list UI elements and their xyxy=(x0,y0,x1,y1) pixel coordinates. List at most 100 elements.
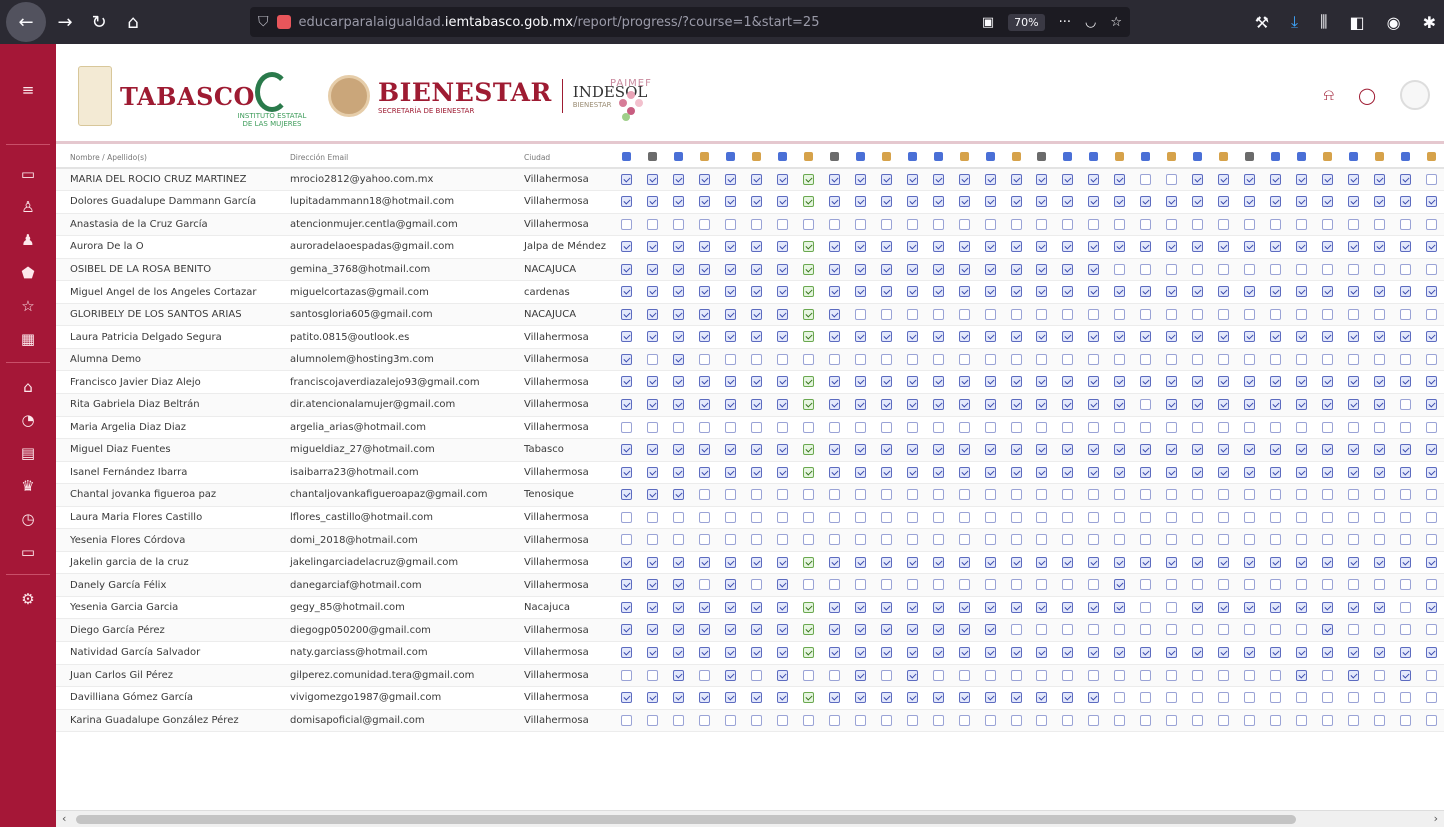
completed-checkbox-icon[interactable] xyxy=(751,376,763,388)
completed-checkbox-icon[interactable] xyxy=(725,308,737,320)
incomplete-checkbox-icon[interactable] xyxy=(1321,421,1333,433)
completed-checkbox-icon[interactable] xyxy=(1010,196,1022,208)
completed-checkbox-icon[interactable] xyxy=(1062,556,1074,568)
completed-checkbox-icon[interactable] xyxy=(1192,173,1204,185)
completed-checkbox-icon[interactable] xyxy=(1192,376,1204,388)
completed-checkbox-icon[interactable] xyxy=(828,263,840,275)
calendar-icon[interactable]: ▦ xyxy=(18,329,38,349)
completed-checkbox-icon[interactable] xyxy=(958,556,970,568)
completed-checkbox-icon[interactable] xyxy=(673,241,685,253)
completed-checkbox-icon[interactable] xyxy=(1088,286,1100,298)
completed-checkbox-icon[interactable] xyxy=(1140,444,1152,456)
completed-checkbox-icon[interactable] xyxy=(777,444,789,456)
completed-checkbox-icon[interactable] xyxy=(1192,444,1204,456)
completed-checkbox-icon[interactable] xyxy=(673,579,685,591)
completed-checkbox-icon[interactable] xyxy=(1321,444,1333,456)
completed-checkbox-icon[interactable] xyxy=(1269,398,1281,410)
incomplete-checkbox-icon[interactable] xyxy=(906,714,918,726)
incomplete-checkbox-icon[interactable] xyxy=(803,489,815,501)
completed-checkbox-icon[interactable] xyxy=(1140,331,1152,343)
users-icon[interactable]: ♙ xyxy=(18,197,38,217)
completed-checkbox-icon[interactable] xyxy=(1243,398,1255,410)
completed-checkbox-icon[interactable] xyxy=(1243,286,1255,298)
incomplete-checkbox-icon[interactable] xyxy=(1036,669,1048,681)
activity-header[interactable] xyxy=(717,148,744,169)
completed-checkbox-icon[interactable] xyxy=(984,556,996,568)
completed-checkbox-icon[interactable] xyxy=(673,624,685,636)
completed-checkbox-icon[interactable] xyxy=(1036,601,1048,613)
completed-checkbox-icon[interactable] xyxy=(1114,398,1126,410)
activity-header[interactable] xyxy=(1236,148,1263,169)
incomplete-checkbox-icon[interactable] xyxy=(1218,579,1230,591)
completed-checkbox-icon[interactable] xyxy=(699,263,711,275)
completed-checkbox-icon[interactable] xyxy=(828,444,840,456)
incomplete-checkbox-icon[interactable] xyxy=(1166,624,1178,636)
completed-checkbox-icon[interactable] xyxy=(1036,241,1048,253)
incomplete-checkbox-icon[interactable] xyxy=(1243,669,1255,681)
completed-checkbox-icon[interactable] xyxy=(777,669,789,681)
completed-checkbox-icon[interactable] xyxy=(1036,173,1048,185)
completed-checkbox-icon[interactable] xyxy=(1399,669,1411,681)
completed-checkbox-icon[interactable] xyxy=(803,624,815,636)
completed-checkbox-icon[interactable] xyxy=(1088,376,1100,388)
incomplete-checkbox-icon[interactable] xyxy=(1321,489,1333,501)
completed-checkbox-icon[interactable] xyxy=(621,556,633,568)
completed-checkbox-icon[interactable] xyxy=(1425,398,1437,410)
activity-header[interactable] xyxy=(847,148,874,169)
column-header-name[interactable]: Nombre / Apellido(s) xyxy=(56,148,276,169)
scroll-left-icon[interactable]: ‹ xyxy=(62,812,66,825)
completed-checkbox-icon[interactable] xyxy=(803,556,815,568)
incomplete-checkbox-icon[interactable] xyxy=(932,308,944,320)
incomplete-checkbox-icon[interactable] xyxy=(1347,624,1359,636)
completed-checkbox-icon[interactable] xyxy=(803,331,815,343)
completed-checkbox-icon[interactable] xyxy=(621,489,633,501)
completed-checkbox-icon[interactable] xyxy=(647,173,659,185)
incomplete-checkbox-icon[interactable] xyxy=(932,714,944,726)
incomplete-checkbox-icon[interactable] xyxy=(1243,579,1255,591)
completed-checkbox-icon[interactable] xyxy=(1088,601,1100,613)
address-bar[interactable]: ⛉ educarparalaigualdad.iemtabasco.gob.mx… xyxy=(250,7,1130,37)
completed-checkbox-icon[interactable] xyxy=(880,556,892,568)
completed-checkbox-icon[interactable] xyxy=(1425,286,1437,298)
completed-checkbox-icon[interactable] xyxy=(751,466,763,478)
incomplete-checkbox-icon[interactable] xyxy=(803,421,815,433)
completed-checkbox-icon[interactable] xyxy=(854,263,866,275)
completed-checkbox-icon[interactable] xyxy=(828,556,840,568)
completed-checkbox-icon[interactable] xyxy=(803,263,815,275)
completed-checkbox-icon[interactable] xyxy=(1347,444,1359,456)
completed-checkbox-icon[interactable] xyxy=(984,647,996,658)
completed-checkbox-icon[interactable] xyxy=(725,286,737,298)
completed-checkbox-icon[interactable] xyxy=(828,241,840,253)
incomplete-checkbox-icon[interactable] xyxy=(1425,714,1437,726)
completed-checkbox-icon[interactable] xyxy=(1010,647,1022,658)
incomplete-checkbox-icon[interactable] xyxy=(1269,692,1281,704)
completed-checkbox-icon[interactable] xyxy=(1114,556,1126,568)
completed-checkbox-icon[interactable] xyxy=(725,444,737,456)
completed-checkbox-icon[interactable] xyxy=(1036,444,1048,456)
activity-header[interactable] xyxy=(951,148,978,169)
completed-checkbox-icon[interactable] xyxy=(699,196,711,208)
completed-checkbox-icon[interactable] xyxy=(673,444,685,456)
completed-checkbox-icon[interactable] xyxy=(906,398,918,410)
completed-checkbox-icon[interactable] xyxy=(1269,196,1281,208)
incomplete-checkbox-icon[interactable] xyxy=(1243,511,1255,523)
completed-checkbox-icon[interactable] xyxy=(1036,376,1048,388)
completed-checkbox-icon[interactable] xyxy=(699,556,711,568)
incomplete-checkbox-icon[interactable] xyxy=(1114,669,1126,681)
incomplete-checkbox-icon[interactable] xyxy=(828,489,840,501)
completed-checkbox-icon[interactable] xyxy=(1373,556,1385,568)
completed-checkbox-icon[interactable] xyxy=(1243,466,1255,478)
incomplete-checkbox-icon[interactable] xyxy=(1062,714,1074,726)
incomplete-checkbox-icon[interactable] xyxy=(1425,489,1437,501)
completed-checkbox-icon[interactable] xyxy=(1399,376,1411,388)
incomplete-checkbox-icon[interactable] xyxy=(621,421,633,433)
completed-checkbox-icon[interactable] xyxy=(647,692,659,704)
incomplete-checkbox-icon[interactable] xyxy=(1399,218,1411,230)
completed-checkbox-icon[interactable] xyxy=(673,331,685,343)
completed-checkbox-icon[interactable] xyxy=(1088,263,1100,275)
completed-checkbox-icon[interactable] xyxy=(932,692,944,704)
completed-checkbox-icon[interactable] xyxy=(725,263,737,275)
completed-checkbox-icon[interactable] xyxy=(1036,556,1048,568)
completed-checkbox-icon[interactable] xyxy=(777,263,789,275)
completed-checkbox-icon[interactable] xyxy=(621,263,633,275)
